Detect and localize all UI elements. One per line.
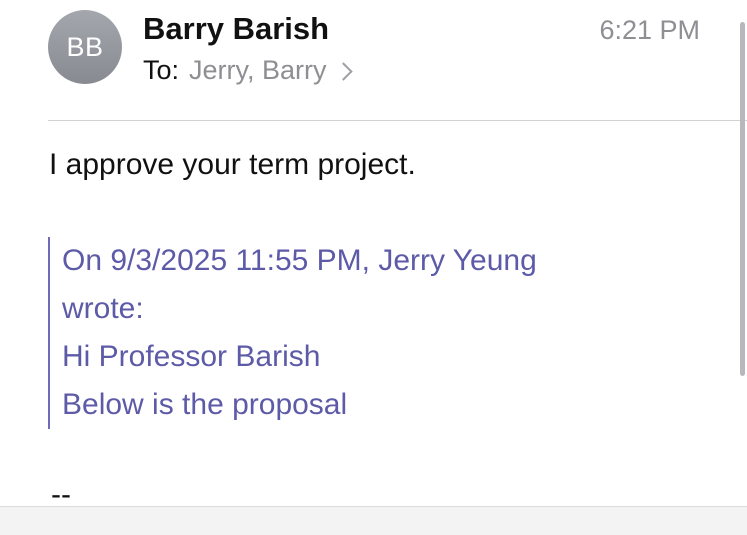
recipients-row[interactable]: To: Jerry, Barry: [143, 55, 353, 86]
email-message-view: BB Barry Barish 6:21 PM To: Jerry, Barry…: [0, 0, 747, 535]
message-time: 6:21 PM: [599, 15, 700, 45]
to-label: To:: [143, 55, 180, 85]
quote-attribution: On 9/3/2025 11:55 PM, Jerry Yeung: [62, 244, 537, 277]
sender-name[interactable]: Barry Barish: [143, 11, 329, 47]
quote-line: Below is the proposal: [62, 388, 348, 421]
header-divider: [48, 120, 747, 121]
quoted-message: On 9/3/2025 11:55 PM, Jerry Yeung wrote:…: [48, 237, 682, 429]
avatar-initials: BB: [66, 31, 104, 62]
recipients-list: Jerry, Barry: [189, 55, 327, 85]
chevron-right-icon: [333, 62, 353, 81]
scrollbar[interactable]: [740, 22, 745, 376]
message-body: I approve your term project.: [49, 148, 416, 181]
quote-line: Hi Professor Barish: [62, 340, 321, 373]
bottom-toolbar: [0, 506, 747, 535]
quote-attribution-cont: wrote:: [62, 292, 144, 325]
sender-avatar[interactable]: BB: [48, 10, 122, 84]
